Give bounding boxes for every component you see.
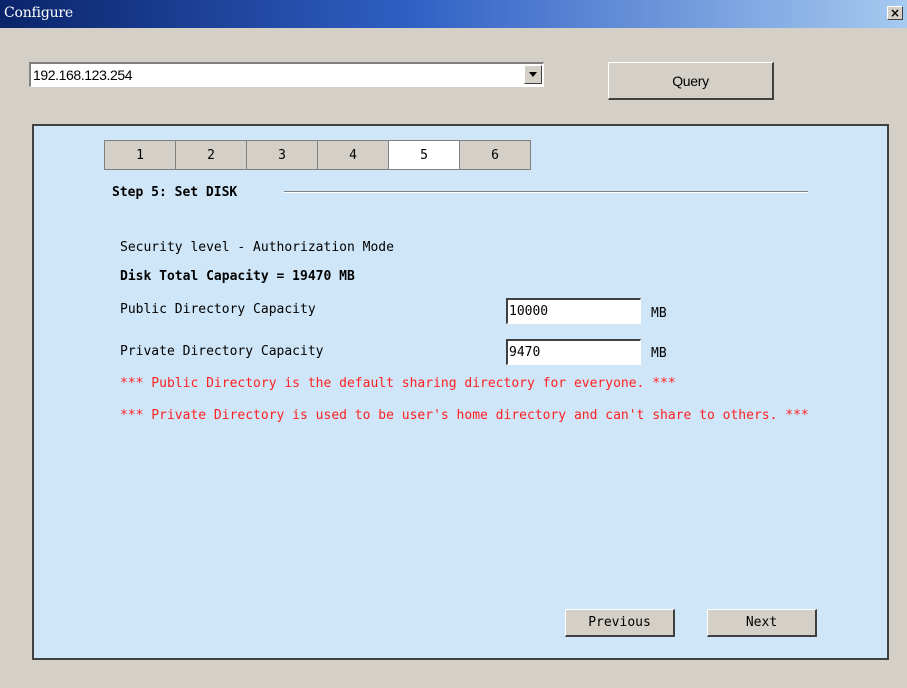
public-unit: MB (651, 306, 667, 321)
tab-step-1[interactable]: 1 (104, 140, 176, 170)
public-directory-note: *** Public Directory is the default shar… (120, 376, 676, 391)
tab-step-4[interactable]: 4 (317, 140, 389, 170)
disk-total-capacity: Disk Total Capacity = 19470 MB (120, 269, 355, 284)
security-level-label: Security level - Authorization Mode (120, 240, 394, 255)
private-capacity-input[interactable]: 9470 (506, 339, 641, 365)
private-directory-label: Private Directory Capacity (120, 344, 324, 359)
step-title: Step 5: Set DISK (112, 185, 238, 200)
private-unit: MB (651, 346, 667, 361)
private-directory-note: *** Private Directory is used to be user… (120, 408, 809, 423)
tab-step-2[interactable]: 2 (175, 140, 247, 170)
title-bar: Configure × (0, 0, 907, 28)
previous-button[interactable]: Previous (565, 609, 675, 637)
step-tabs: 1 2 3 4 5 6 (104, 140, 531, 170)
ip-address-dropdown[interactable]: 192.168.123.254 (29, 62, 544, 87)
wizard-panel: 1 2 3 4 5 6 Step 5: Set DISK Security le… (32, 124, 889, 660)
public-capacity-input[interactable]: 10000 (506, 298, 641, 324)
query-button[interactable]: Query (608, 62, 774, 100)
tab-step-3[interactable]: 3 (246, 140, 318, 170)
close-button[interactable]: × (887, 6, 903, 20)
ip-address-value: 192.168.123.254 (33, 67, 133, 83)
next-button[interactable]: Next (707, 609, 817, 637)
tab-step-5[interactable]: 5 (388, 140, 460, 170)
tab-step-6[interactable]: 6 (459, 140, 531, 170)
close-icon: × (889, 6, 901, 20)
window-title: Configure (4, 5, 73, 21)
chevron-down-icon[interactable] (524, 65, 542, 84)
public-directory-label: Public Directory Capacity (120, 302, 316, 317)
step-divider (284, 191, 808, 193)
